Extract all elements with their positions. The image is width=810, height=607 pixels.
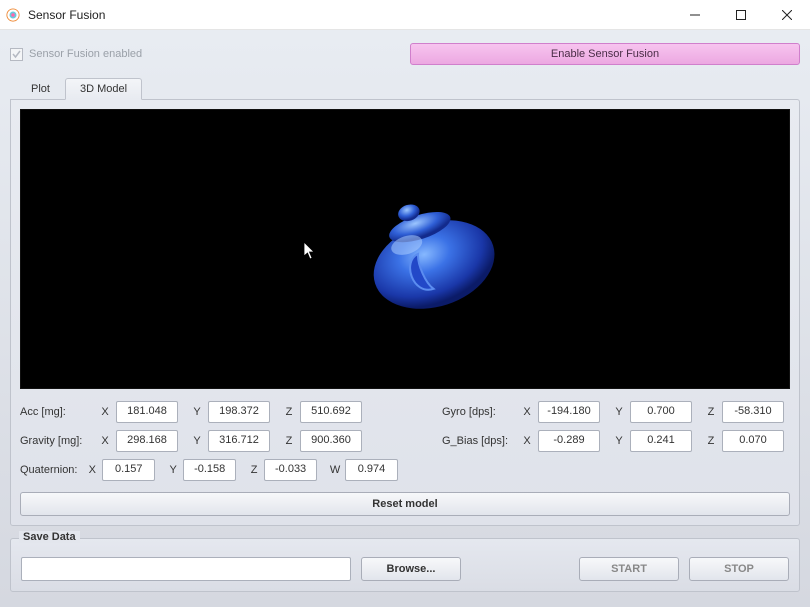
teapot-model (351, 180, 511, 330)
gyro-x-value[interactable]: -194.180 (538, 401, 600, 423)
quat-x-value[interactable]: 0.157 (102, 459, 155, 481)
label-acc: Acc [mg]: (20, 406, 98, 418)
stop-button[interactable]: STOP (689, 557, 789, 581)
checkbox-icon (10, 48, 23, 61)
gravity-z-value[interactable]: 900.360 (300, 430, 362, 452)
label-quaternion: Quaternion: (20, 464, 86, 476)
label-gyro: Gyro [dps]: (442, 406, 520, 418)
gbias-z-value[interactable]: 0.070 (722, 430, 784, 452)
gyro-y-value[interactable]: 0.700 (630, 401, 692, 423)
reset-model-button[interactable]: Reset model (20, 492, 790, 516)
row-gyro: Gyro [dps]: X-194.180 Y0.700 Z-58.310 (442, 401, 796, 423)
close-button[interactable] (764, 0, 810, 30)
gravity-y-value[interactable]: 316.712 (208, 430, 270, 452)
gbias-y-value[interactable]: 0.241 (630, 430, 692, 452)
start-button[interactable]: START (579, 557, 679, 581)
checkbox-label: Sensor Fusion enabled (29, 48, 142, 60)
minimize-button[interactable] (672, 0, 718, 30)
acc-x-value[interactable]: 181.048 (116, 401, 178, 423)
quat-y-value[interactable]: -0.158 (183, 459, 236, 481)
cursor-icon (304, 242, 318, 260)
quat-z-value[interactable]: -0.033 (264, 459, 317, 481)
gyro-z-value[interactable]: -58.310 (722, 401, 784, 423)
save-data-group: Save Data Browse... START STOP (10, 538, 800, 592)
row-acc: Acc [mg]: X181.048 Y198.372 Z510.692 (20, 401, 410, 423)
maximize-button[interactable] (718, 0, 764, 30)
save-path-input[interactable] (21, 557, 351, 581)
tab-plot[interactable]: Plot (16, 78, 65, 100)
tab-pane-3d-model: Acc [mg]: X181.048 Y198.372 Z510.692 Gra… (10, 99, 800, 526)
label-gravity: Gravity [mg]: (20, 435, 98, 447)
3d-viewport[interactable] (20, 109, 790, 389)
browse-button[interactable]: Browse... (361, 557, 461, 581)
content-area: Sensor Fusion enabled Enable Sensor Fusi… (0, 30, 810, 607)
enable-sensor-fusion-button[interactable]: Enable Sensor Fusion (410, 43, 800, 65)
acc-z-value[interactable]: 510.692 (300, 401, 362, 423)
titlebar: Sensor Fusion (0, 0, 810, 30)
gbias-x-value[interactable]: -0.289 (538, 430, 600, 452)
row-quaternion: Quaternion: X0.157 Y-0.158 Z-0.033 W0.97… (20, 459, 410, 481)
gravity-x-value[interactable]: 298.168 (116, 430, 178, 452)
sensor-fusion-enabled-checkbox: Sensor Fusion enabled (10, 48, 142, 61)
row-gravity: Gravity [mg]: X298.168 Y316.712 Z900.360 (20, 430, 410, 452)
app-icon (6, 8, 20, 22)
row-gbias: G_Bias [dps]: X-0.289 Y0.241 Z0.070 (442, 430, 796, 452)
tabs: Plot 3D Model (10, 77, 800, 99)
save-data-label: Save Data (19, 531, 80, 543)
label-gbias: G_Bias [dps]: (442, 435, 520, 447)
quat-w-value[interactable]: 0.974 (345, 459, 398, 481)
acc-y-value[interactable]: 198.372 (208, 401, 270, 423)
tab-3d-model[interactable]: 3D Model (65, 78, 142, 100)
window-title: Sensor Fusion (28, 8, 672, 22)
